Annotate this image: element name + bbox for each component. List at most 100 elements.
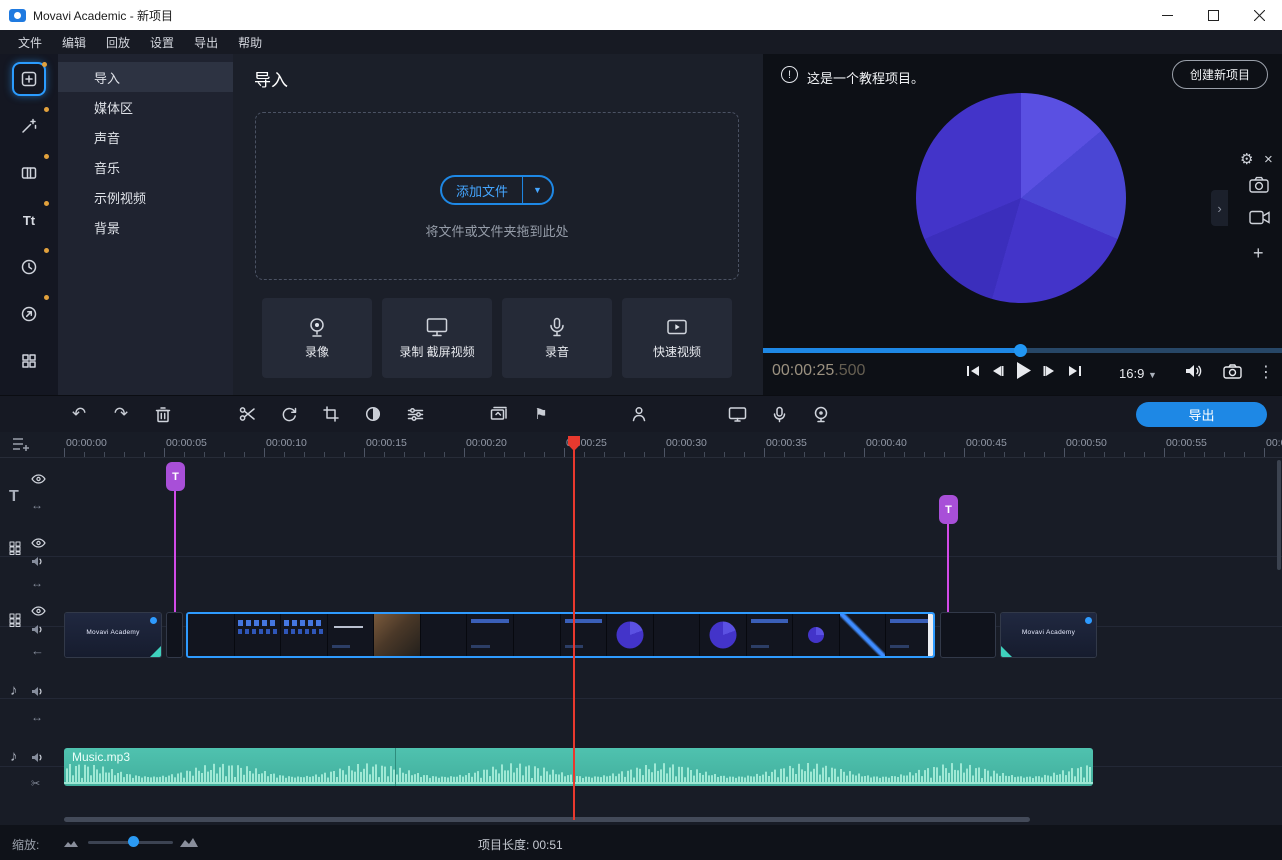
action-mic-button[interactable]: 录音 (502, 298, 612, 378)
skip-to-start-button[interactable] (966, 364, 980, 378)
track-titles-link-icon[interactable]: ↔ (31, 496, 43, 514)
maximize-button[interactable] (1190, 0, 1236, 30)
close-button[interactable] (1236, 0, 1282, 30)
rail-import-icon[interactable] (12, 62, 46, 96)
mic-icon[interactable] (766, 401, 792, 427)
menu-item-1[interactable]: 编辑 (52, 30, 96, 54)
aspect-ratio-select[interactable]: 16:9 ▼ (1119, 366, 1157, 381)
snapshot-icon[interactable] (1223, 364, 1242, 379)
clip-trim-handle[interactable] (928, 613, 934, 657)
timeline-ruler[interactable]: 00:00:0000:00:0500:00:1000:00:1500:00:20… (0, 432, 1282, 458)
grid-track-icon (8, 540, 22, 556)
rail-transitions-icon[interactable] (12, 156, 46, 190)
music-clip-divider (395, 748, 396, 786)
rail-share-icon[interactable] (12, 297, 46, 331)
import-sidebar: 导入媒体区声音音乐示例视频背景 (58, 54, 233, 395)
add-file-button[interactable]: 添加文件 ▼ (440, 175, 554, 205)
zoom-out-icon[interactable] (64, 839, 78, 847)
vertical-scrollbar[interactable] (1277, 460, 1281, 570)
sidebar-item-5[interactable]: 背景 (58, 212, 233, 242)
rotate-icon[interactable] (276, 401, 302, 427)
video-clip-0[interactable]: Movavi Academy (64, 612, 162, 658)
menu-item-5[interactable]: 帮助 (228, 30, 272, 54)
track-audio-volume-icon[interactable] (31, 686, 45, 697)
drop-hint: 将文件或文件夹拖到此处 (256, 221, 738, 240)
color-icon[interactable] (360, 401, 386, 427)
horizontal-scrollbar[interactable] (64, 817, 1030, 822)
track-titles-eye-icon[interactable] (31, 474, 46, 484)
sidebar-item-1[interactable]: 媒体区 (58, 92, 233, 122)
seek-bar[interactable] (763, 348, 1282, 353)
title-marker-0[interactable]: T (166, 462, 185, 491)
crop-icon[interactable] (318, 401, 344, 427)
person-icon[interactable] (626, 401, 652, 427)
menu-item-0[interactable]: 文件 (8, 30, 52, 54)
snapshot-camera-icon[interactable] (1249, 176, 1269, 193)
export-button[interactable]: 导出 (1136, 402, 1267, 427)
zoom-in-icon[interactable] (180, 836, 198, 847)
window-title: Movavi Academic - 新项目 (33, 7, 173, 24)
menu-item-3[interactable]: 设置 (140, 30, 184, 54)
video-clip-1[interactable] (166, 612, 183, 658)
track-audio-link-icon[interactable]: ↔ (31, 708, 43, 726)
action-quick-video-button[interactable]: 快速视频 (622, 298, 732, 378)
undo-icon[interactable]: ↶ (66, 401, 92, 427)
track-music-scissors-icon[interactable]: ✂ (31, 774, 40, 792)
file-dropzone[interactable]: 添加文件 ▼ 将文件或文件夹拖到此处 (255, 112, 739, 280)
previous-frame-button[interactable] (991, 364, 1004, 378)
track-overlay-volume-icon[interactable] (31, 556, 45, 567)
badge-dot (44, 107, 49, 112)
skip-to-end-button[interactable] (1068, 364, 1082, 378)
track-overlay-link-icon[interactable]: ↔ (31, 574, 43, 592)
ruler-label: 00:00:00 (66, 437, 107, 449)
video-camera-icon[interactable] (1249, 210, 1270, 225)
track-video-eye-icon[interactable] (31, 606, 46, 616)
seek-bar-handle[interactable] (1014, 344, 1027, 357)
track-overlay-eye-icon[interactable] (31, 538, 46, 548)
clip-thumbnail (747, 614, 794, 656)
webcam-icon[interactable] (808, 401, 834, 427)
sliders-icon[interactable] (402, 401, 428, 427)
video-clip-2[interactable] (186, 612, 935, 658)
gear-icon[interactable]: ⚙ (1240, 152, 1253, 167)
panel-collapse-chevron[interactable]: › (1211, 190, 1228, 226)
sidebar-item-0[interactable]: 导入 (58, 62, 233, 92)
rail-more-icon[interactable] (12, 344, 46, 378)
sidebar-item-2[interactable]: 声音 (58, 122, 233, 152)
minimize-button[interactable] (1144, 0, 1190, 30)
create-new-project-button[interactable]: 创建新项目 (1172, 60, 1268, 89)
close-panel-icon[interactable]: × (1264, 152, 1273, 167)
track-video-arrow-left-icon[interactable]: ← (31, 642, 44, 660)
menu-item-4[interactable]: 导出 (184, 30, 228, 54)
rail-speed-icon[interactable] (12, 250, 46, 284)
action-screen-record-button[interactable]: 录制 截屏视频 (382, 298, 492, 378)
play-button[interactable] (1015, 361, 1032, 380)
next-frame-button[interactable] (1043, 364, 1056, 378)
title-marker-1[interactable]: T (939, 495, 958, 524)
scissors-icon[interactable] (234, 401, 260, 427)
chevron-down-icon[interactable]: ▼ (522, 177, 552, 203)
menu-item-2[interactable]: 回放 (96, 30, 140, 54)
flag-icon[interactable]: ⚑ (528, 401, 554, 427)
track-video-volume-icon[interactable] (31, 624, 45, 635)
add-icon[interactable]: + (1253, 244, 1264, 262)
zoom-slider-handle[interactable] (128, 836, 139, 847)
music-clip[interactable]: Music.mp3 (64, 748, 1093, 786)
track-music-volume-icon[interactable] (31, 752, 45, 763)
monitor-icon[interactable] (724, 401, 750, 427)
redo-icon[interactable]: ↷ (108, 401, 134, 427)
rail-filters-icon[interactable] (12, 109, 46, 143)
slides-icon[interactable] (486, 401, 512, 427)
add-track-icon[interactable] (12, 436, 31, 452)
action-camera-button[interactable]: 录像 (262, 298, 372, 378)
video-clip-3[interactable] (940, 612, 996, 658)
clip-thumbnail (235, 614, 282, 656)
sidebar-item-3[interactable]: 音乐 (58, 152, 233, 182)
volume-icon[interactable] (1185, 363, 1203, 379)
more-options-icon[interactable]: ⋮ (1258, 362, 1274, 382)
video-clip-4[interactable]: Movavi Academy (1000, 612, 1097, 658)
sidebar-item-4[interactable]: 示例视频 (58, 182, 233, 212)
trash-icon[interactable] (150, 401, 176, 427)
rail-titles-icon[interactable]: Tt (12, 203, 46, 237)
clip-thumbnail (328, 614, 375, 656)
